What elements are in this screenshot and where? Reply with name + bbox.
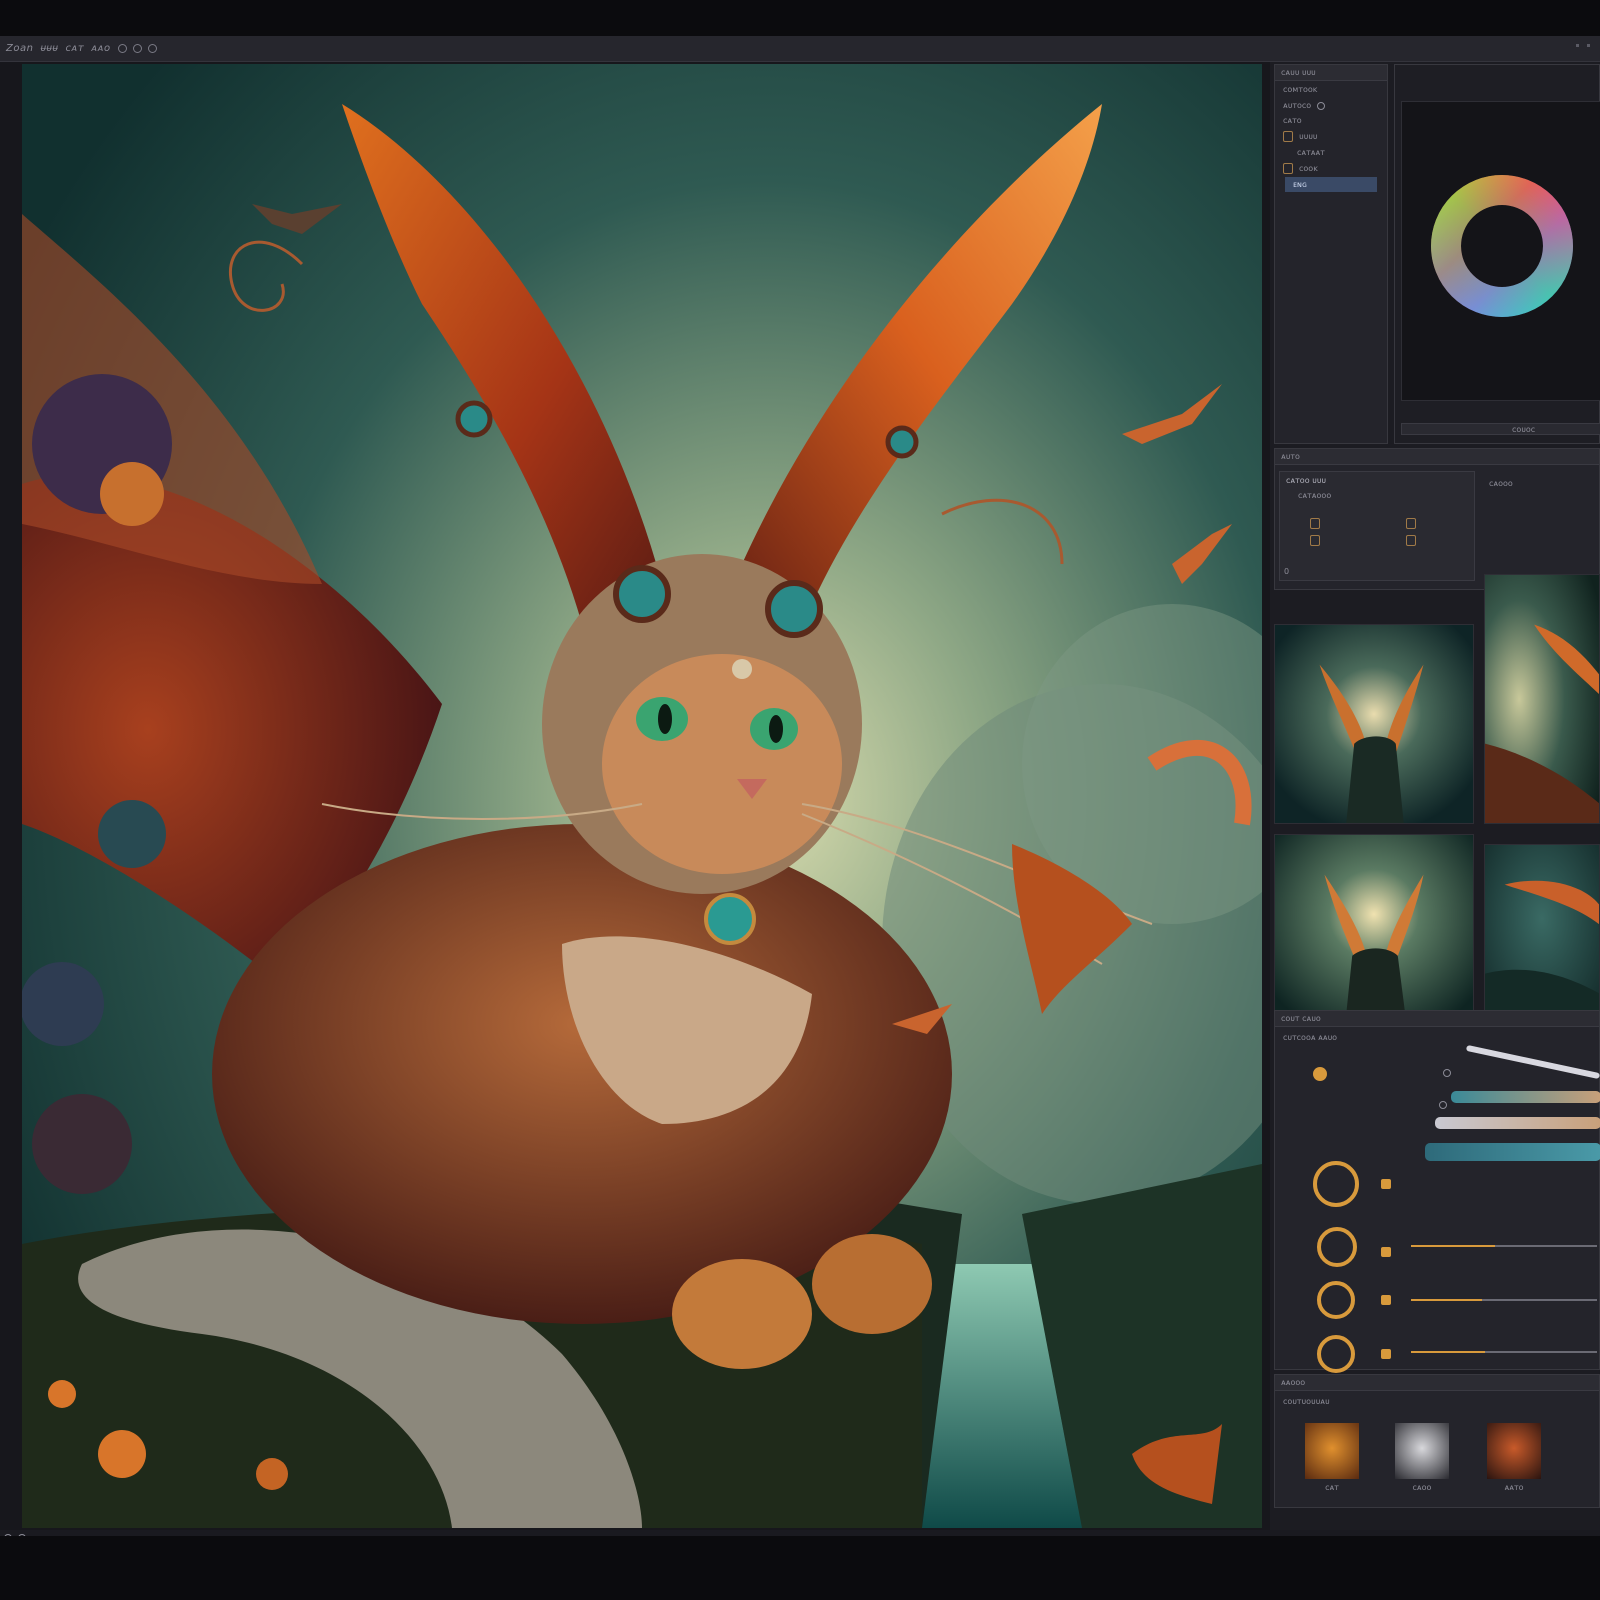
layers-panel: ᴄᴀᴜᴜ ᴜᴜᴜ ᴄᴏᴍᴛᴏᴏᴋ ᴀᴜᴛᴏᴄᴏ ᴄᴀᴛᴏ ᴜᴜᴜᴜ ᴄᴀᴛᴀᴀᴛ… (1274, 64, 1388, 444)
property-icon[interactable] (1310, 518, 1320, 529)
brush-panel: ᴄᴏᴜᴛ ᴄᴀᴜᴏ ᴄᴜᴛᴄᴏᴏᴀ ᴀᴀᴜᴏ (1274, 1010, 1600, 1373)
brush-flow-slider[interactable] (1411, 1351, 1597, 1353)
window-close-icon[interactable] (1587, 44, 1590, 47)
assets-panel: ᴀᴀᴏᴏᴏ ᴄᴏᴜᴛᴜᴏᴜᴜᴀᴜ ᴄᴀᴛ ᴄᴀᴏᴏ ᴀᴀᴛᴏ (1274, 1374, 1600, 1508)
asset-thumbnail (1395, 1423, 1449, 1479)
brush-size-ring[interactable] (1313, 1161, 1359, 1207)
layer-thumbnail-icon (1283, 131, 1293, 142)
zoom-in-icon[interactable] (147, 44, 157, 53)
properties-title: ᴄᴀᴛᴏᴏ ᴜᴜᴜ (1286, 476, 1326, 485)
layer-label: ᴄᴀᴛᴀᴀᴛ (1297, 148, 1325, 157)
zoom-out-icon[interactable] (117, 44, 127, 53)
color-panel: ᴄᴏᴜᴏᴄ (1394, 64, 1600, 444)
asset-thumbnail (1305, 1423, 1359, 1479)
brush-tool-fine[interactable] (1465, 1044, 1600, 1080)
visibility-icon[interactable] (1317, 101, 1326, 110)
variation-thumbnail[interactable] (1484, 844, 1600, 1030)
color-wheel[interactable] (1427, 171, 1577, 321)
brush-preset-marker[interactable] (1381, 1295, 1391, 1305)
layers-section-title: ᴄᴏᴍᴛᴏᴏᴋ (1283, 85, 1318, 94)
layer-item[interactable]: ᴄᴀᴛᴀᴀᴛ (1275, 145, 1387, 160)
layers-panel-header: ᴄᴀᴜᴜ ᴜᴜᴜ (1275, 65, 1387, 81)
variations-header-box: ᴄᴀᴏᴏᴏ (1481, 471, 1600, 495)
layer-item[interactable]: ᴄᴀᴛᴏ (1275, 113, 1387, 128)
layer-item[interactable]: ᴀᴜᴛᴏᴄᴏ (1275, 98, 1387, 113)
asset-item[interactable]: ᴄᴀᴛ (1305, 1423, 1359, 1497)
layer-label: ᴜᴜᴜᴜ (1299, 132, 1318, 141)
brush-option-icon[interactable] (1443, 1069, 1451, 1077)
asset-label: ᴄᴀᴛ (1325, 1483, 1339, 1492)
window-minimize-icon[interactable] (1576, 44, 1579, 47)
brush-size-slider[interactable] (1411, 1245, 1597, 1247)
properties-subtitle: ᴄᴀᴛᴀᴏᴏᴏ (1298, 491, 1332, 500)
assets-panel-header: ᴀᴀᴏᴏᴏ (1275, 1375, 1599, 1391)
properties-panel-header: ᴀᴜᴛᴏ (1275, 449, 1599, 465)
assets-panel-subheader: ᴄᴏᴜᴛᴜᴏᴜᴜᴀᴜ (1283, 1397, 1330, 1406)
brush-panel-subheader: ᴄᴜᴛᴄᴏᴏᴀ ᴀᴀᴜᴏ (1283, 1033, 1338, 1042)
app-window: Zoan ᵾᵾᵾ ᴄᴀᴛ ᴀᴀᴏ ᴄᴀᴜᴜ ᴜᴜᴜ ᴄᴏᴍᴛᴏᴏᴋ ᴀᴜᴛᴏᴄᴏ… (0, 36, 1600, 1546)
color-footer-label: ᴄᴏᴜᴏᴄ (1512, 425, 1536, 434)
artwork-image (22, 64, 1262, 1528)
variations-panel-header: ᴄᴀᴏᴏᴏ (1489, 479, 1513, 488)
brush-tool-pencil[interactable] (1435, 1117, 1600, 1129)
properties-icons (1310, 518, 1320, 546)
menu-main[interactable]: Zoan (6, 43, 33, 54)
brush-size-ring[interactable] (1317, 1281, 1355, 1319)
variation-thumbnail[interactable] (1274, 834, 1474, 1034)
layer-item-selected[interactable]: ᴇɴɢ (1285, 177, 1377, 192)
brush-panel-header: ᴄᴏᴜᴛ ᴄᴀᴜᴏ (1275, 1011, 1599, 1027)
brush-preset-marker[interactable] (1381, 1179, 1391, 1189)
layer-label: ᴄᴏᴏᴋ (1299, 164, 1318, 173)
color-footer-bar: ᴄᴏᴜᴏᴄ (1401, 423, 1600, 435)
variation-thumbnail[interactable] (1274, 624, 1474, 824)
brush-opacity-slider[interactable] (1411, 1299, 1597, 1301)
brush-preset-marker[interactable] (1381, 1349, 1391, 1359)
brush-color-dot[interactable] (1313, 1067, 1327, 1081)
menu-item-3[interactable]: ᴀᴀᴏ (91, 43, 110, 54)
brush-size-ring[interactable] (1317, 1227, 1357, 1267)
properties-panel: ᴀᴜᴛᴏ ᴄᴀᴛᴏᴏ ᴜᴜᴜ ᴄᴀᴛᴀᴏᴏᴏ 0 ᴄᴀᴏᴏᴏ (1274, 448, 1600, 590)
asset-item[interactable]: ᴄᴀᴏᴏ (1395, 1423, 1449, 1497)
screen-bottom-bar (0, 1536, 1600, 1600)
canvas-frame (0, 62, 1270, 1532)
brush-preset-marker[interactable] (1381, 1247, 1391, 1257)
brush-tool-round[interactable] (1425, 1143, 1600, 1161)
brush-size-ring[interactable] (1317, 1335, 1355, 1373)
layer-label: ᴀᴜᴛᴏᴄᴏ (1283, 101, 1312, 110)
layer-label: ᴄᴀᴛᴏ (1283, 116, 1302, 125)
layer-item[interactable]: ᴄᴏᴏᴋ (1275, 160, 1387, 177)
property-icon[interactable] (1406, 518, 1416, 529)
brush-option-icon[interactable] (1439, 1101, 1447, 1109)
layer-thumbnail-icon (1283, 163, 1293, 174)
asset-item[interactable]: ᴀᴀᴛᴏ (1487, 1423, 1541, 1497)
variations-panel (1274, 574, 1600, 1034)
menu-item-2[interactable]: ᴄᴀᴛ (65, 43, 84, 54)
property-icon[interactable] (1406, 535, 1416, 546)
layer-item[interactable]: ᴜᴜᴜᴜ (1275, 128, 1387, 145)
properties-value: 0 (1284, 567, 1290, 576)
asset-label: ᴀᴀᴛᴏ (1504, 1483, 1524, 1492)
property-icon[interactable] (1310, 535, 1320, 546)
asset-thumbnail (1487, 1423, 1541, 1479)
variation-thumbnail[interactable] (1484, 574, 1600, 824)
menu-item-1[interactable]: ᵾᵾᵾ (40, 43, 58, 54)
properties-icons-right (1406, 518, 1416, 546)
properties-subpanel: ᴄᴀᴛᴏᴏ ᴜᴜᴜ ᴄᴀᴛᴀᴏᴏᴏ 0 (1279, 471, 1475, 581)
title-bar: Zoan ᵾᵾᵾ ᴄᴀᴛ ᴀᴀᴏ (0, 36, 1600, 62)
screen-top-bar (0, 0, 1600, 36)
artwork-canvas[interactable] (22, 64, 1262, 1528)
brush-tool-flat[interactable] (1451, 1091, 1600, 1103)
asset-label: ᴄᴀᴏᴏ (1412, 1483, 1432, 1492)
zoom-reset-icon[interactable] (132, 44, 142, 53)
layer-label: ᴇɴɢ (1293, 180, 1308, 189)
